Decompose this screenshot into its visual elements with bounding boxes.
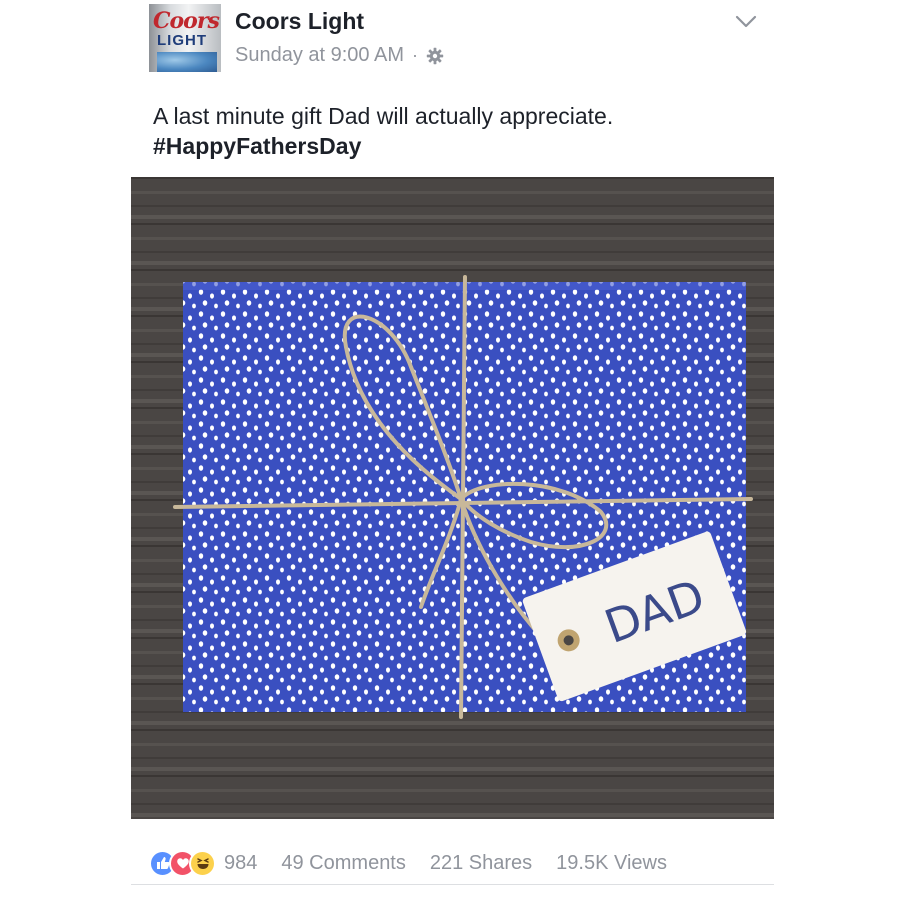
post-text: A last minute gift Dad will actually app…	[153, 103, 614, 129]
gear-icon	[426, 47, 444, 65]
page-name-link[interactable]: Coors Light	[235, 8, 364, 35]
haha-icon	[189, 849, 216, 877]
post-meta: Sunday at 9:00 AM ·	[235, 44, 444, 67]
chevron-down-icon[interactable]	[734, 12, 758, 32]
page-avatar[interactable]: Coors LIGHT	[149, 4, 221, 72]
post-footer: 984 49 Comments 221 Shares 19.5K Views	[149, 846, 667, 880]
avatar-brand-line1: Coors	[153, 8, 220, 34]
hashtag-link[interactable]: #HappyFathersDay	[153, 131, 773, 161]
reaction-count[interactable]: 984	[224, 852, 257, 875]
facebook-post: Coors LIGHT Coors Light Sunday at 9:00 A…	[0, 0, 900, 900]
avatar-can-graphic	[157, 52, 217, 72]
post-timestamp[interactable]: Sunday at 9:00 AM	[235, 44, 404, 67]
avatar-brand-line2: LIGHT	[157, 32, 207, 49]
meta-separator: ·	[412, 45, 419, 65]
footer-divider	[131, 884, 774, 885]
comments-link[interactable]: 49 Comments	[281, 852, 406, 875]
reaction-icons[interactable]	[149, 849, 216, 877]
views-count: 19.5K Views	[556, 851, 667, 874]
post-message: A last minute gift Dad will actually app…	[153, 101, 773, 161]
post-photo[interactable]: DAD	[131, 177, 774, 819]
shares-link[interactable]: 221 Shares	[430, 852, 532, 875]
